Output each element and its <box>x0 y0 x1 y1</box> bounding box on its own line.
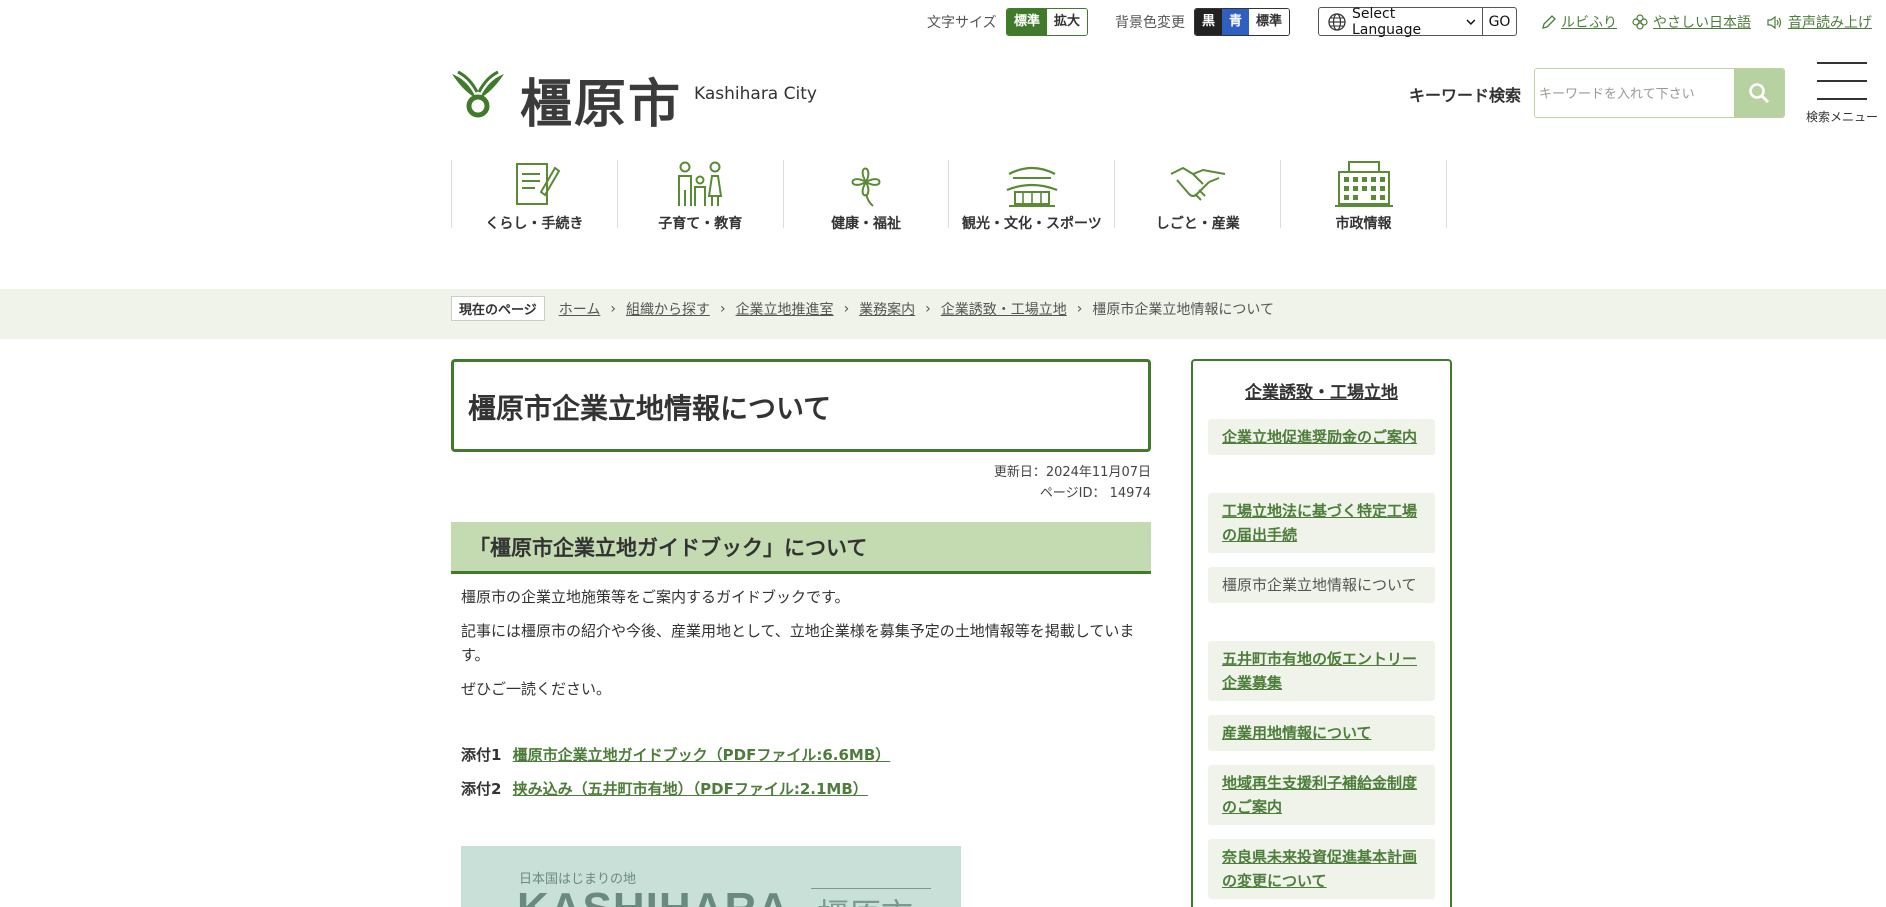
chevron-right-icon: › <box>843 300 850 317</box>
site-logo-text[interactable]: 橿原市 <box>520 62 682 137</box>
nav-item-label: 観光・文化・スポーツ <box>962 216 1102 232</box>
attachment-label: 添付1 <box>461 746 502 764</box>
city-hall-icon <box>1334 161 1393 207</box>
breadcrumb-here-label: 現在のページ <box>451 296 545 321</box>
sidebar-title[interactable]: 企業誘致・工場立地 <box>1193 378 1450 403</box>
page-meta: 更新日：2024年11月07日 ページID： 14974 <box>900 462 1151 504</box>
sidebar-item-current: 橿原市企業立地情報について <box>1208 567 1435 603</box>
language-select-value: Select Language <box>1352 5 1422 38</box>
body-text: 橿原市の企業立地施策等をご案内するガイドブックです。 記事には橿原市の紹介や今後… <box>461 585 1141 711</box>
ruby-link-label: ルビふり <box>1561 15 1617 31</box>
nav-item-health[interactable]: 健康・福祉 <box>782 160 949 232</box>
sidebar-item-interest-subsidy[interactable]: 地域再生支援利子補給金制度のご案内 <box>1208 765 1435 825</box>
clover-small-icon <box>1632 14 1648 30</box>
document-pen-icon <box>516 163 561 205</box>
font-size-toggle: 標準 拡大 <box>1006 8 1089 36</box>
section-heading: 「橿原市企業立地ガイドブック」について <box>469 536 868 560</box>
section-heading-box: 「橿原市企業立地ガイドブック」について <box>451 522 1151 574</box>
attachment-row: 添付2 挟み込み（五井町市有地）（PDFファイル:2.1MB） <box>461 778 868 799</box>
bg-black-button[interactable]: 黒 <box>1195 9 1223 35</box>
paragraph: 橿原市の企業立地施策等をご案内するガイドブックです。 <box>461 588 850 606</box>
nav-item-label: 健康・福祉 <box>831 216 902 232</box>
font-size-standard-button[interactable]: 標準 <box>1007 9 1048 35</box>
attachment-row: 添付1 橿原市企業立地ガイドブック（PDFファイル:6.6MB） <box>461 744 890 765</box>
site-logo-subtitle: Kashihara City <box>694 84 817 104</box>
updated-date: 更新日：2024年11月07日 <box>993 465 1151 480</box>
nav-item-business[interactable]: しごと・産業 <box>1114 160 1280 232</box>
paragraph: 記事には橿原市の紹介や今後、産業用地として、立地企業様を募集予定の土地情報等を掲… <box>461 622 1135 664</box>
banner-title-jp: 橿原市 <box>817 890 913 907</box>
ruby-link[interactable]: ルビふり <box>1541 12 1617 32</box>
search-form <box>1534 68 1785 118</box>
page-title-box: 橿原市企業立地情報について <box>451 359 1151 452</box>
nav-item-label: しごと・産業 <box>1155 216 1240 232</box>
breadcrumb-link-office[interactable]: 企業立地推進室 <box>736 299 834 319</box>
sidebar-item-goi-entry[interactable]: 五井町市有地の仮エントリー企業募集 <box>1208 641 1435 701</box>
bg-standard-button[interactable]: 標準 <box>1249 9 1290 35</box>
search-menu-label: 検索メニュー <box>1805 110 1878 124</box>
font-size-label: 文字サイズ <box>927 15 997 31</box>
chevron-right-icon: › <box>925 300 931 317</box>
language-selector: Select Language GO <box>1318 5 1517 38</box>
attachment-label: 添付2 <box>461 780 502 798</box>
nav-item-city-info[interactable]: 市政情報 <box>1280 160 1447 232</box>
breadcrumb-link-organization[interactable]: 組織から探す <box>626 299 710 319</box>
bg-color-toggle: 黒 青 標準 <box>1194 8 1291 36</box>
bg-color-label: 背景色変更 <box>1115 15 1185 31</box>
breadcrumb-link-home[interactable]: ホーム <box>559 299 601 319</box>
hamburger-icon <box>1817 62 1867 100</box>
search-menu-button[interactable]: 検索メニュー <box>1805 62 1879 126</box>
page-id: ページID： 14974 <box>1039 486 1151 501</box>
guidebook-banner-image: 日本国はじまりの地 KASHIHARA 橿原市 <box>461 846 961 907</box>
chevron-right-icon: › <box>610 300 616 317</box>
easy-japanese-link[interactable]: やさしい日本語 <box>1632 12 1751 32</box>
sidebar-item-land-info[interactable]: 産業用地情報について <box>1208 715 1435 751</box>
utility-bar: 文字サイズ 標準 拡大 背景色変更 黒 青 標準 Select Language… <box>0 4 1886 38</box>
chevron-right-icon: › <box>719 300 726 317</box>
nav-item-label: 子育て・教育 <box>658 216 743 232</box>
breadcrumb-link-services[interactable]: 業務案内 <box>859 299 915 319</box>
language-go-button[interactable]: GO <box>1483 14 1516 30</box>
breadcrumb-current: 橿原市企業立地情報について <box>1092 301 1274 318</box>
read-aloud-label: 音声読み上げ <box>1788 15 1872 31</box>
handshake-icon <box>1170 166 1225 201</box>
easy-japanese-label: やさしい日本語 <box>1653 15 1751 31</box>
attachment-link-guidebook[interactable]: 橿原市企業立地ガイドブック（PDFファイル:6.6MB） <box>513 746 891 764</box>
search-input[interactable] <box>1535 69 1734 117</box>
banner-title: KASHIHARA <box>517 884 790 907</box>
shrine-icon <box>1006 166 1058 207</box>
read-aloud-link[interactable]: 音声読み上げ <box>1767 12 1872 32</box>
sidebar: 企業誘致・工場立地 企業立地促進奨励金のご案内 工場立地法に基づく特定工場の届出… <box>1191 359 1452 907</box>
nav-item-tourism[interactable]: 観光・文化・スポーツ <box>948 160 1114 232</box>
speaker-icon <box>1767 15 1782 29</box>
banner-divider <box>811 888 931 889</box>
paragraph: ぜひご一読ください。 <box>461 680 612 698</box>
globe-icon <box>1328 12 1346 31</box>
keyword-search-label: キーワード検索 <box>1409 86 1522 105</box>
breadcrumb-link-attraction[interactable]: 企業誘致・工場立地 <box>941 299 1067 319</box>
bg-blue-button[interactable]: 青 <box>1222 9 1250 35</box>
language-select[interactable]: Select Language <box>1352 5 1483 38</box>
nav-item-living[interactable]: くらし・手続き <box>451 160 617 232</box>
chevron-down-icon <box>1466 19 1476 25</box>
nav-item-label: 市政情報 <box>1335 216 1392 232</box>
clover-icon <box>851 167 881 207</box>
attachment-link-insert[interactable]: 挟み込み（五井町市有地）（PDFファイル:2.1MB） <box>513 780 868 798</box>
city-emblem-icon[interactable] <box>450 70 506 120</box>
global-nav: くらし・手続き 子育て・教育 健康・福祉 観光・文化・スポーツ しごと・産業 市… <box>451 160 1447 232</box>
nav-item-childcare[interactable]: 子育て・教育 <box>616 160 783 232</box>
nav-item-label: くらし・手続き <box>485 216 584 232</box>
sidebar-item-incentive[interactable]: 企業立地促進奨励金のご案内 <box>1208 419 1435 455</box>
chevron-right-icon: › <box>1076 300 1083 317</box>
page-title: 橿原市企業立地情報について <box>468 392 832 425</box>
pencil-icon <box>1542 14 1556 29</box>
sidebar-item-investment-plan[interactable]: 奈良県未来投資促進基本計画の変更について <box>1208 839 1435 899</box>
font-size-large-button[interactable]: 拡大 <box>1047 9 1088 35</box>
search-icon <box>1749 83 1770 104</box>
breadcrumb: 現在のページ ホーム › 組織から探す › 企業立地推進室 › 業務案内 › 企… <box>451 296 1274 321</box>
family-icon <box>678 161 723 206</box>
sidebar-item-factory-notice[interactable]: 工場立地法に基づく特定工場の届出手続 <box>1208 493 1435 553</box>
search-button[interactable] <box>1734 69 1784 117</box>
